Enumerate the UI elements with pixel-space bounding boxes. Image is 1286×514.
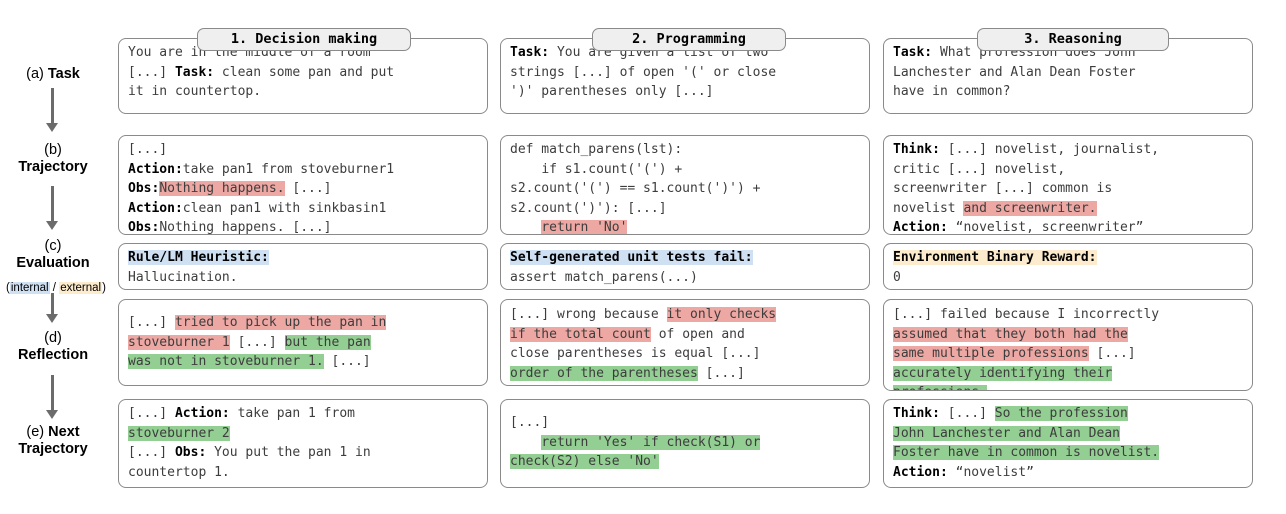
cell-evaluation-reasoning: Environment Binary Reward: 0 — [883, 243, 1253, 290]
cell-text: [...] failed because I incorrectly assum… — [884, 300, 1252, 391]
cell-text: def match_parens(lst): if s1.count('(') … — [501, 136, 869, 235]
cell-trajectory-reasoning: Think: [...] novelist, journalist, criti… — [883, 135, 1253, 235]
cell-text: [...] Action:take pan1 from stoveburner1… — [119, 136, 487, 235]
row-label-task: (a) Task — [0, 66, 106, 83]
figure-root: 1. Decision making 2. Programming 3. Rea… — [0, 0, 1286, 514]
row-name-evaluation: Evaluation — [0, 255, 106, 272]
row-label-trajectory: (b) Trajectory — [0, 142, 106, 176]
cell-evaluation-decision-making: Rule/LM Heuristic: Hallucination. — [118, 243, 488, 290]
cell-reflection-decision-making: [...] tried to pick up the pan in stoveb… — [118, 299, 488, 386]
cell-trajectory-decision-making: [...] Action:take pan1 from stoveburner1… — [118, 135, 488, 235]
sublabel-close-paren: ) — [102, 282, 106, 294]
sublabel-internal: internal — [10, 282, 50, 294]
cell-trajectory-programming: def match_parens(lst): if s1.count('(') … — [500, 135, 870, 235]
arrow-reflection-to-next-trajectory — [46, 375, 60, 419]
cell-text: Self-generated unit tests fail: assert m… — [501, 244, 869, 287]
row-name-reflection: Reflection — [0, 347, 106, 364]
cell-next-trajectory-reasoning: Think: [...] So the profession John Lanc… — [883, 399, 1253, 488]
arrow-evaluation-to-reflection — [46, 293, 60, 323]
sublabel-external: external — [59, 282, 102, 294]
cell-text: Rule/LM Heuristic: Hallucination. — [119, 244, 487, 287]
row-index-reflection: (d) — [0, 330, 106, 347]
cell-next-trajectory-programming: [...] return 'Yes' if check(S1) or check… — [500, 399, 870, 488]
row-index-evaluation: (c) — [0, 238, 106, 255]
column-header-reasoning: 3. Reasoning — [977, 28, 1169, 51]
row-label-reflection: (d) Reflection — [0, 330, 106, 364]
cell-text: Think: [...] So the profession John Lanc… — [884, 400, 1252, 482]
cell-reflection-programming: [...] wrong because it only checks if th… — [500, 299, 870, 386]
cell-next-trajectory-decision-making: [...] Action: take pan 1 from stoveburne… — [118, 399, 488, 488]
row-label-next-trajectory: (e) Next Trajectory — [0, 424, 106, 458]
cell-text: [...] return 'Yes' if check(S1) or check… — [501, 400, 869, 472]
cell-evaluation-programming: Self-generated unit tests fail: assert m… — [500, 243, 870, 290]
cell-reflection-reasoning: [...] failed because I incorrectly assum… — [883, 299, 1253, 391]
cell-text: [...] wrong because it only checks if th… — [501, 300, 869, 383]
row-label-evaluation: (c) Evaluation — [0, 238, 106, 272]
column-header-programming: 2. Programming — [592, 28, 786, 51]
row-index-task: (a) — [26, 66, 44, 82]
row-name-task: Task — [48, 66, 80, 82]
row-name-trajectory: Trajectory — [0, 159, 106, 176]
arrow-trajectory-to-evaluation — [46, 186, 60, 230]
cell-text: Think: [...] novelist, journalist, criti… — [884, 136, 1252, 235]
cell-text: [...] tried to pick up the pan in stoveb… — [119, 300, 487, 372]
cell-text: [...] Action: take pan 1 from stoveburne… — [119, 400, 487, 482]
column-header-decision-making: 1. Decision making — [197, 28, 411, 51]
row-index-next-trajectory: (e) — [26, 424, 44, 440]
cell-text: Environment Binary Reward: 0 — [884, 244, 1252, 287]
arrow-task-to-trajectory — [46, 88, 60, 132]
row-index-trajectory: (b) — [0, 142, 106, 159]
